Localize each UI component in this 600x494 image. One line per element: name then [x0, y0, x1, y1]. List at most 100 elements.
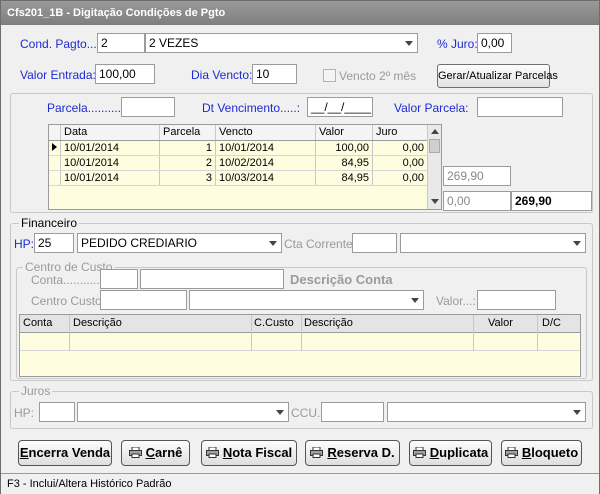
table-row[interactable]: 10/01/2014 1 10/01/2014 100,00 0,00 [49, 140, 428, 156]
ccu-code-input[interactable] [321, 402, 384, 422]
row-indicator [49, 170, 61, 186]
cell-parcela: 1 [159, 140, 216, 156]
duplicata-button-label: uplicata [439, 445, 489, 460]
carne-button-label: arnê [154, 445, 183, 460]
total-field: 269,90 [511, 191, 592, 211]
juro-label: % Juro: [437, 37, 478, 51]
hp-code-input[interactable]: 25 [34, 233, 74, 253]
hp-select[interactable]: PEDIDO CREDIARIO [77, 233, 282, 253]
row-indicator [49, 140, 61, 156]
juros-hp-select[interactable] [77, 402, 289, 422]
col-header-valor[interactable]: Valor [315, 125, 373, 141]
table-row[interactable]: 10/01/2014 3 10/03/2014 84,95 0,00 [49, 170, 428, 186]
ccu-select[interactable] [387, 402, 586, 422]
cell-valor: 100,00 [315, 140, 373, 156]
encerra-venda-button-label: ncerra Venda [28, 445, 111, 460]
grid-vertical-scrollbar[interactable] [427, 125, 441, 209]
scroll-thumb[interactable] [429, 139, 440, 153]
centro-custo-select[interactable] [189, 290, 424, 310]
scroll-up-icon[interactable] [431, 129, 439, 134]
chevron-down-icon [405, 41, 413, 46]
cell-parcela: 3 [159, 170, 216, 186]
conta-desc-input[interactable] [140, 269, 284, 289]
chevron-down-icon [276, 410, 284, 415]
juros-hp-code-input[interactable] [39, 402, 75, 422]
cta-corrente-code-input[interactable] [352, 233, 397, 253]
chevron-down-icon [573, 410, 581, 415]
nota-fiscal-button-mnemonic: N [222, 445, 233, 460]
cell-data: 10/01/2014 [60, 155, 160, 171]
cell-valor: 84,95 [315, 155, 373, 171]
dia-vencto-input[interactable]: 10 [252, 64, 297, 84]
cell-data: 10/01/2014 [60, 170, 160, 186]
printer-icon [504, 447, 518, 458]
col-header-descricao-2[interactable]: Descrição [304, 317, 353, 329]
cond-pagto-select[interactable]: 2 VEZES [145, 33, 418, 53]
cell-data: 10/01/2014 [60, 140, 160, 156]
reserva-button[interactable]: Reserva D. [305, 440, 400, 466]
printer-icon [412, 447, 426, 458]
centro-custo-grid[interactable]: Conta Descrição C.Custo Descrição Valor … [19, 314, 581, 377]
chevron-down-icon [573, 241, 581, 246]
bloqueto-button-label: loqueto [531, 445, 579, 460]
col-divider [69, 315, 70, 351]
col-header-conta[interactable]: Conta [23, 317, 52, 329]
chevron-down-icon [269, 241, 277, 246]
vencto-2-mes-label: Vencto 2º mês [339, 69, 417, 83]
status-bar: F3 - Inclui/Altera Histórico Padrão [1, 473, 599, 494]
hp-select-value: PEDIDO CREDIARIO [81, 236, 198, 250]
nota-fiscal-button-label: ota Fiscal [232, 445, 293, 460]
cell-valor: 84,95 [315, 170, 373, 186]
cta-corrente-label: Cta Corrente: [284, 237, 357, 251]
col-header-valor[interactable]: Valor [488, 317, 513, 329]
parcela-input[interactable] [121, 97, 175, 117]
cond-pagto-code-input[interactable]: 2 [97, 33, 145, 53]
col-header-descricao[interactable]: Descrição [73, 317, 122, 329]
scroll-down-icon[interactable] [431, 199, 439, 204]
col-header-parcela[interactable]: Parcela [159, 125, 216, 141]
nota-fiscal-button[interactable]: Nota Fiscal [201, 440, 297, 466]
juro-input[interactable]: 0,00 [477, 33, 512, 53]
row-indicator [49, 155, 61, 171]
centro-custo-code-input[interactable] [100, 290, 187, 310]
chevron-down-icon [411, 298, 419, 303]
col-header-dc[interactable]: D/C [542, 317, 561, 329]
vencto-2-mes-checkbox[interactable] [323, 69, 336, 82]
window-title: Cfs201_1B - Digitação Condições de Pgto [1, 1, 599, 25]
valor-parcela-input[interactable] [477, 97, 563, 117]
carne-button[interactable]: Carnê [121, 440, 190, 466]
cell-parcela: 2 [159, 155, 216, 171]
cell-vencto: 10/02/2014 [215, 155, 316, 171]
dia-vencto-label: Dia Vencto: [191, 68, 253, 82]
valor-input[interactable] [477, 290, 556, 310]
gerar-parcelas-button[interactable]: Gerar/Atualizar Parcelas [437, 64, 558, 88]
dt-vencimento-input[interactable]: __/__/____ [307, 97, 373, 117]
bloqueto-button-mnemonic: B [521, 445, 532, 460]
col-header-vencto[interactable]: Vencto [215, 125, 316, 141]
bloqueto-button[interactable]: Bloqueto [501, 440, 582, 466]
valor-parcela-label: Valor Parcela: [394, 101, 469, 115]
parcelas-grid[interactable]: Data Parcela Vencto Valor Juro 10/01/201… [48, 124, 442, 210]
descricao-conta-label: Descrição Conta [290, 272, 393, 287]
dt-vencimento-label: Dt Vencimento.....: [202, 101, 301, 115]
reserva-button-label: eserva D. [336, 445, 395, 460]
main-window: Cfs201_1B - Digitação Condições de Pgto … [0, 0, 600, 494]
parcelas-table: Data Parcela Vencto Valor Juro 10/01/201… [49, 125, 428, 186]
duplicata-button[interactable]: Duplicata [409, 440, 492, 466]
table-row[interactable] [20, 333, 580, 351]
cta-corrente-select[interactable] [400, 233, 586, 253]
table-header-row: Conta Descrição C.Custo Descrição Valor … [20, 315, 580, 333]
reserva-button-mnemonic: R [327, 445, 337, 460]
current-row-arrow-icon [52, 142, 57, 151]
conta-code-input[interactable] [100, 269, 138, 289]
col-header-data[interactable]: Data [60, 125, 160, 141]
col-header-juro[interactable]: Juro [372, 125, 428, 141]
cond-pagto-label: Cond. Pagto...: [20, 37, 101, 51]
col-header-ccusto[interactable]: C.Custo [254, 317, 294, 329]
valor-entrada-input[interactable]: 100,00 [95, 64, 155, 84]
cond-pagto-select-value: 2 VEZES [149, 36, 199, 50]
encerra-venda-button[interactable]: Encerra Venda [18, 440, 112, 466]
financeiro-title: Financeiro [19, 216, 80, 230]
valor-entrada-label: Valor Entrada: [20, 68, 96, 82]
table-row[interactable]: 10/01/2014 2 10/02/2014 84,95 0,00 [49, 155, 428, 171]
